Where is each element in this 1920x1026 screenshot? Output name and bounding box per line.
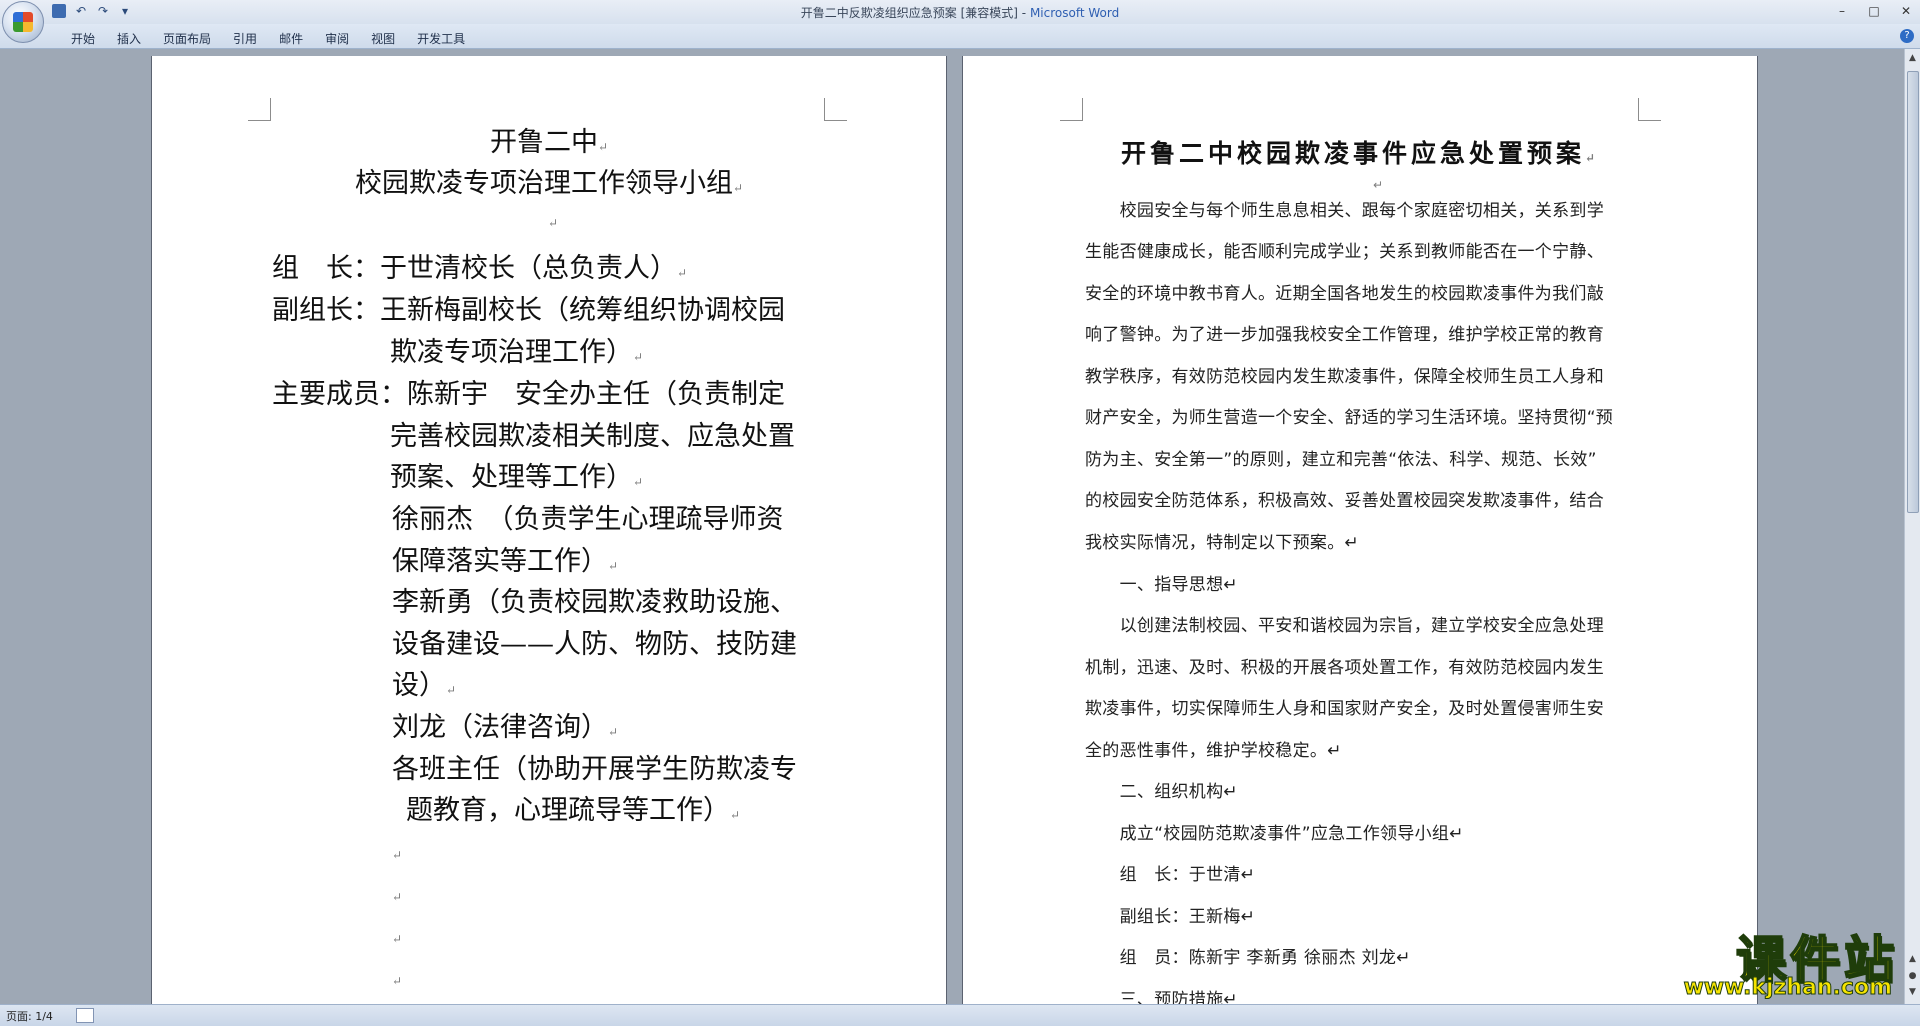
- body-line: 安全的环境中教书育人。近期全国各地发生的校园欺凌事件为我们敲: [1085, 284, 1604, 304]
- browse-object-icon[interactable]: ●: [1907, 971, 1918, 982]
- body-line: 以创建法制校园、平安和谐校园为宗旨，建立学校安全应急处理: [1085, 616, 1604, 636]
- proofing-icon[interactable]: [76, 1008, 94, 1023]
- member-line: 李新勇（负责校园欺凌救助设施、: [392, 587, 797, 618]
- maximize-icon[interactable]: □: [1866, 2, 1882, 20]
- watermark-url: www.kjzhan.com: [1683, 975, 1893, 1001]
- title-bar: ↶ ↷ ▾ 开鲁二中反欺凌组织应急预案 [兼容模式] - Microsoft W…: [0, 0, 1920, 43]
- window-title: 开鲁二中反欺凌组织应急预案 [兼容模式] - Microsoft Word: [0, 4, 1920, 21]
- section-heading: 二、组织机构↵: [1085, 782, 1238, 802]
- document-area[interactable]: 开鲁二中↵ 校园欺凌专项治理工作领导小组↵ ↵ 组 长：于世清校长（总负责人）↵…: [0, 49, 1905, 1004]
- empty-paragraph: ↵: [392, 890, 403, 904]
- window-title-sep: -: [1017, 6, 1030, 20]
- body-line: 响了警钟。为了进一步加强我校安全工作管理，维护学校正常的教育: [1085, 325, 1604, 345]
- leader-line: 组 长：于世清校长（总负责人）↵: [272, 253, 688, 284]
- vertical-scrollbar[interactable]: ▲ ▲ ● ▼: [1904, 49, 1920, 1004]
- member-line: 预案、处理等工作）↵: [390, 462, 644, 493]
- body-line: 副组长：王新梅↵: [1085, 907, 1256, 927]
- tab-home[interactable]: 开始: [60, 28, 106, 49]
- close-icon[interactable]: ✕: [1898, 2, 1914, 20]
- vice-leader-line: 副组长：王新梅副校长（统筹组织协调校园: [272, 295, 785, 326]
- window-controls: – □ ✕: [1834, 2, 1914, 20]
- office-button[interactable]: [2, 1, 44, 43]
- scroll-up-icon[interactable]: ▲: [1907, 53, 1918, 64]
- page-left[interactable]: 开鲁二中↵ 校园欺凌专项治理工作领导小组↵ ↵ 组 长：于世清校长（总负责人）↵…: [152, 56, 946, 1004]
- page-title-2: 校园欺凌专项治理工作领导小组↵: [354, 168, 744, 199]
- body-line: 组 员：陈新宇 李新勇 徐丽杰 刘龙↵: [1085, 948, 1411, 968]
- body-line: 防为主、安全第一”的原则，建立和完善“依法、科学、规范、长效”: [1085, 450, 1597, 470]
- tab-developer[interactable]: 开发工具: [406, 28, 476, 49]
- crop-mark: [1638, 98, 1661, 121]
- body-line: 欺凌事件，切实保障师生人身和国家财产安全，及时处置侵害师生安: [1085, 699, 1604, 719]
- vice-leader-line-2: 欺凌专项治理工作）↵: [390, 337, 644, 368]
- ribbon-tabs: 开始 插入 页面布局 引用 邮件 审阅 视图 开发工具: [60, 28, 476, 49]
- body-line: 的校园安全防范体系，积极高效、妥善处置校园突发欺凌事件，结合: [1085, 491, 1604, 511]
- body-line: 机制，迅速、及时、积极的开展各项处置工作，有效防范校园内发生: [1085, 658, 1604, 678]
- crop-mark: [1060, 98, 1083, 121]
- tab-page-layout[interactable]: 页面布局: [152, 28, 222, 49]
- scrollbar-thumb[interactable]: [1907, 71, 1919, 513]
- empty-paragraph: ↵: [548, 216, 559, 230]
- page-info[interactable]: 页面: 1/4: [6, 1008, 53, 1024]
- member-line: 完善校园欺凌相关制度、应急处置: [390, 421, 795, 452]
- member-line: 设备建设——人防、物防、技防建: [392, 629, 797, 660]
- section-heading: 一、指导思想↵: [1085, 575, 1238, 595]
- member-line: 徐丽杰 （负责学生心理疏导师资: [392, 504, 784, 535]
- ribbon: 开始 插入 页面布局 引用 邮件 审阅 视图 开发工具 ?: [0, 24, 1920, 49]
- member-line: 保障落实等工作）↵: [392, 546, 619, 577]
- member-line: 刘龙（法律咨询）↵: [392, 712, 619, 743]
- body-line: 校园安全与每个师生息息相关、跟每个家庭密切相关，关系到学: [1085, 201, 1604, 221]
- document-title: 开鲁二中校园欺凌事件应急处置预案↵: [1120, 139, 1600, 168]
- window-title-doc: 开鲁二中反欺凌组织应急预案 [兼容模式]: [800, 6, 1018, 20]
- next-page-icon[interactable]: ▼: [1907, 987, 1918, 998]
- body-line: 我校实际情况，特制定以下预案。↵: [1085, 533, 1360, 553]
- tab-view[interactable]: 视图: [360, 28, 406, 49]
- help-icon[interactable]: ?: [1900, 29, 1914, 43]
- tab-references[interactable]: 引用: [222, 28, 268, 49]
- tab-insert[interactable]: 插入: [106, 28, 152, 49]
- status-bar: 页面: 1/4: [0, 1004, 1920, 1026]
- crop-mark: [248, 98, 271, 121]
- window-title-app: Microsoft Word: [1029, 6, 1120, 20]
- previous-page-icon[interactable]: ▲: [1907, 954, 1918, 965]
- tab-review[interactable]: 审阅: [314, 28, 360, 49]
- body-line: 生能否健康成长，能否顺利完成学业；关系到教师能否在一个宁静、: [1085, 242, 1604, 262]
- minimize-icon[interactable]: –: [1834, 2, 1850, 20]
- member-line: 设）↵: [392, 670, 457, 701]
- member-line: 题教育，心理疏导等工作）↵: [406, 795, 741, 826]
- body-line: 全的恶性事件，维护学校稳定。↵: [1085, 741, 1342, 761]
- member-line: 主要成员：陈新宇 安全办主任（负责制定: [272, 379, 785, 410]
- page-right[interactable]: 开鲁二中校园欺凌事件应急处置预案↵ ↵ 校园安全与每个师生息息相关、跟每个家庭密…: [963, 56, 1757, 1004]
- empty-paragraph: ↵: [392, 974, 403, 988]
- crop-mark: [824, 98, 847, 121]
- empty-paragraph: ↵: [1373, 178, 1384, 192]
- office-logo-icon: [13, 12, 33, 32]
- member-line: 各班主任（协助开展学生防欺凌专: [392, 754, 797, 785]
- section-heading: 三、预防措施↵: [1085, 990, 1238, 1004]
- tab-mailings[interactable]: 邮件: [268, 28, 314, 49]
- body-line: 成立“校园防范欺凌事件”应急工作领导小组↵: [1085, 824, 1464, 844]
- page-title-1: 开鲁二中↵: [489, 127, 609, 158]
- body-line: 财产安全，为师生营造一个安全、舒适的学习生活环境。坚持贯彻“预: [1085, 408, 1614, 428]
- body-line: 教学秩序，有效防范校园内发生欺凌事件，保障全校师生员工人身和: [1085, 367, 1604, 387]
- body-line: 组 长：于世清↵: [1085, 865, 1256, 885]
- empty-paragraph: ↵: [392, 848, 403, 862]
- empty-paragraph: ↵: [392, 932, 403, 946]
